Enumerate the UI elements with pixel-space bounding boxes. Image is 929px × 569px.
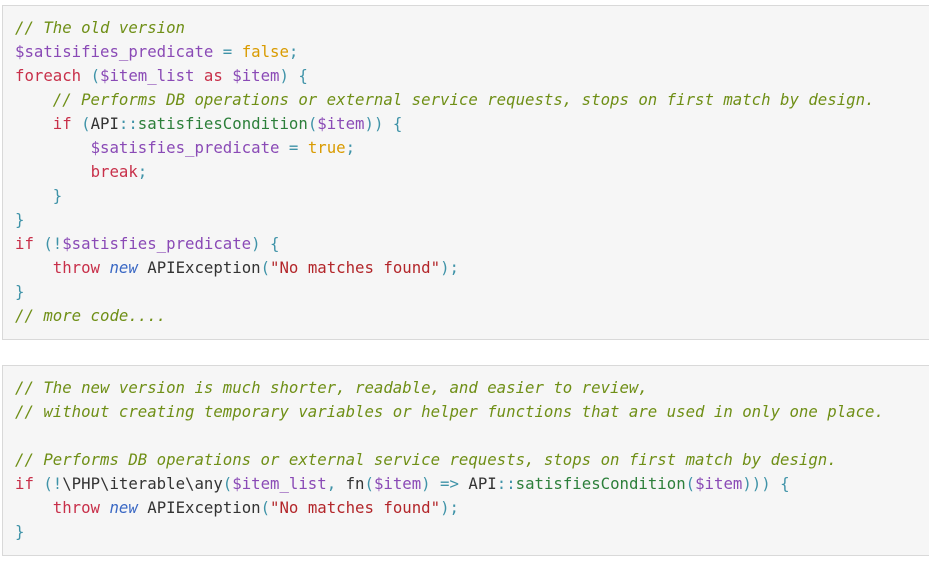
code-token-plain: API	[468, 474, 497, 493]
code-token-op: ::	[118, 114, 138, 133]
code-token-op: (	[222, 474, 233, 493]
code-token-op: ) {	[251, 234, 280, 253]
code-token-op: ::	[496, 474, 516, 493]
code-token-bool: false	[241, 42, 289, 61]
code-line: break;	[15, 160, 929, 184]
code-token-plain: APIException	[137, 258, 261, 277]
code-token-op: (	[364, 474, 374, 493]
code-token-new: new	[109, 258, 138, 277]
code-token-var: $item_list	[100, 66, 195, 85]
code-token-comment: // The new version is much shorter, read…	[15, 378, 648, 397]
code-token-var: $satisifies_predicate	[15, 42, 214, 61]
code-token-op: (!	[33, 234, 63, 253]
code-token-new: new	[109, 498, 138, 517]
code-line: foreach ($item_list as $item) {	[15, 64, 929, 88]
code-token-op: }	[15, 522, 25, 541]
code-token-kw: as	[203, 66, 223, 85]
code-token-kw: if	[15, 474, 34, 493]
code-token-comment: // more code....	[15, 306, 167, 325]
code-token-op: ))) {	[742, 474, 790, 493]
code-token-var: $satisfies_predicate	[62, 234, 252, 253]
code-token-op: ) {	[279, 66, 308, 85]
code-token-kw: foreach	[15, 66, 82, 85]
code-token-kw: throw	[52, 258, 101, 277]
code-token-op: ) =>	[421, 474, 469, 493]
code-line: }	[15, 280, 929, 304]
code-token-op: =	[279, 138, 308, 157]
code-line: // Performs DB operations or external se…	[15, 88, 929, 112]
code-token-op: );	[440, 498, 459, 517]
code-token-kw: throw	[52, 498, 101, 517]
code-token-op: (	[260, 498, 271, 517]
code-token-plain: API	[90, 114, 119, 133]
code-token-var: $item	[695, 474, 743, 493]
code-line: if (API::satisfiesCondition($item)) {	[15, 112, 929, 136]
code-line: $satisfies_predicate = true;	[15, 136, 929, 160]
code-token-op: );	[440, 258, 459, 277]
code-token-op: (	[685, 474, 696, 493]
code-token-op: (	[260, 258, 271, 277]
code-block-old-version: // The old version $satisifies_predicate …	[2, 5, 929, 340]
code-token-op: }	[52, 186, 63, 205]
code-line: if (!\PHP\iterable\any($item_list, fn($i…	[15, 472, 929, 496]
code-line: if (!$satisfies_predicate) {	[15, 232, 929, 256]
code-token-fn: satisfiesCondition	[137, 114, 308, 133]
code-line: }	[15, 208, 929, 232]
code-line: // The old version	[15, 16, 929, 40]
code-line: }	[15, 184, 929, 208]
code-token-op: ,	[326, 474, 346, 493]
code-token-plain: \PHP\iterable\any	[62, 474, 223, 493]
code-token-var: $item	[373, 474, 422, 493]
code-token-comment: // Performs DB operations or external se…	[52, 90, 875, 109]
code-token-var: $item_list	[232, 474, 327, 493]
code-block-new-version: // The new version is much shorter, read…	[2, 365, 929, 556]
code-line: // Performs DB operations or external se…	[15, 448, 929, 472]
code-token-bool: true	[307, 138, 346, 157]
code-token-fn: satisfiesCondition	[515, 474, 686, 493]
code-line: throw new APIException("No matches found…	[15, 496, 929, 520]
code-line: }	[15, 520, 929, 544]
code-line: throw new APIException("No matches found…	[15, 256, 929, 280]
code-token-kw: if	[52, 114, 72, 133]
code-token-op: =	[213, 42, 242, 61]
code-token-op: (	[307, 114, 318, 133]
code-line: $satisifies_predicate = false;	[15, 40, 929, 64]
code-token-op: )) {	[364, 114, 403, 133]
code-token-op: }	[15, 210, 25, 229]
code-line: // more code....	[15, 304, 929, 328]
code-token-op: ;	[345, 138, 356, 157]
code-token-op: ;	[137, 162, 148, 181]
code-token-plain: APIException	[137, 498, 261, 517]
code-token-op: }	[15, 282, 25, 301]
code-token-kw: if	[15, 234, 34, 253]
code-token-op: (	[81, 66, 101, 85]
code-token-comment: // Performs DB operations or external se…	[15, 450, 837, 469]
code-token-comment: // without creating temporary variables …	[15, 402, 884, 421]
code-token-str: "No matches found"	[270, 258, 441, 277]
code-token-var: $satisfies_predicate	[90, 138, 280, 157]
code-token-op: (	[71, 114, 91, 133]
code-token-var: $item	[232, 66, 280, 85]
code-token-op: ;	[288, 42, 299, 61]
code-line: // The new version is much shorter, read…	[15, 376, 929, 400]
code-token-str: "No matches found"	[270, 498, 441, 517]
code-token-comment: // The old version	[15, 18, 186, 37]
code-token-op: (!	[33, 474, 63, 493]
code-token-plain: fn	[345, 474, 365, 493]
code-token-kw: break	[90, 162, 138, 181]
code-token-var: $item	[317, 114, 365, 133]
code-line: // without creating temporary variables …	[15, 400, 929, 424]
